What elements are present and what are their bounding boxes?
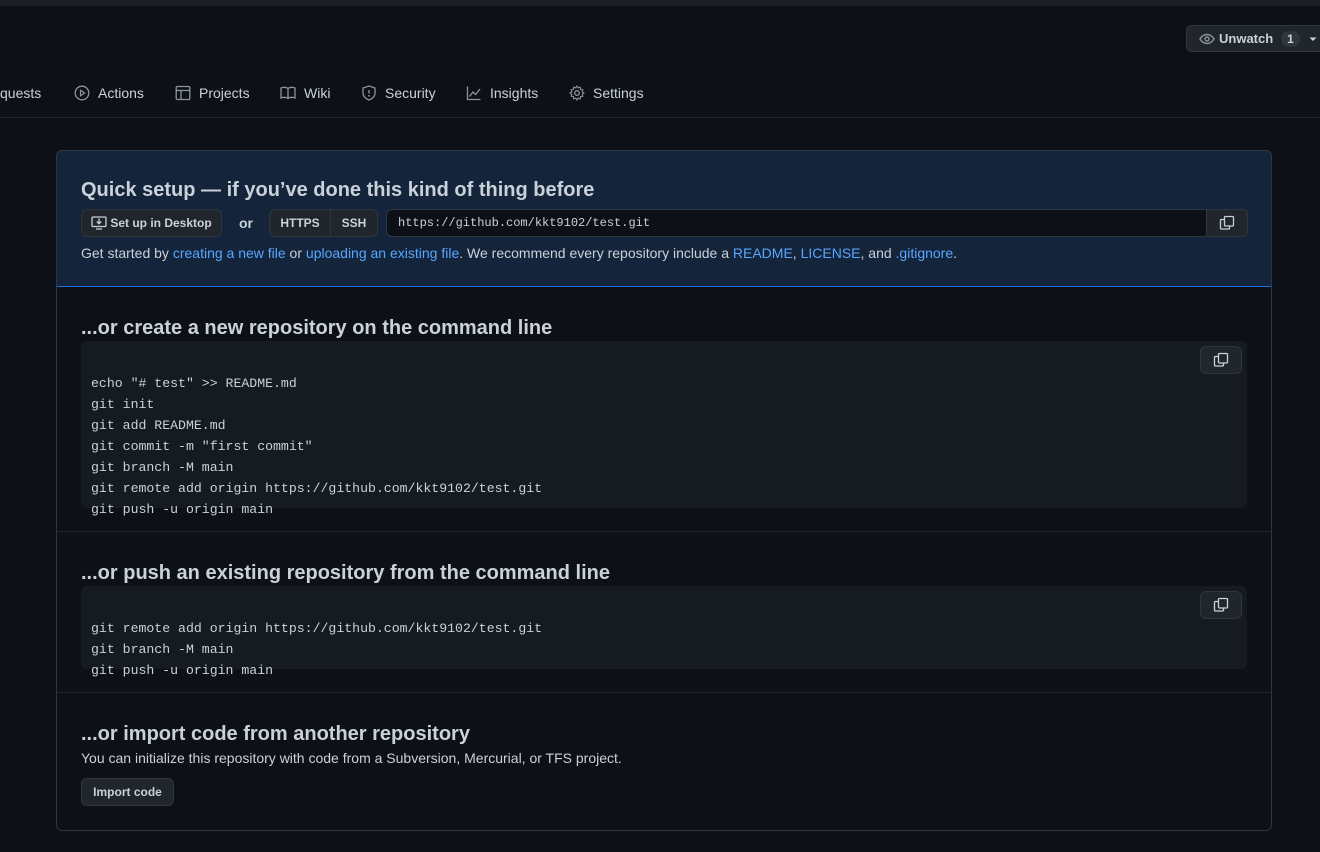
https-label: HTTPS: [280, 216, 320, 230]
clone-url-input[interactable]: https://github.com/kkt9102/test.git: [386, 209, 1207, 237]
setup-in-desktop-label: Set up in Desktop: [110, 216, 212, 230]
quick-setup-help: Get started by creating a new file or up…: [81, 245, 957, 261]
help-text: . We recommend every repository include …: [459, 245, 733, 261]
caret-down-icon: [1309, 37, 1317, 41]
desktop-download-icon: [91, 216, 107, 230]
copy-push-commands-button[interactable]: [1200, 591, 1242, 619]
unwatch-label: Unwatch: [1219, 31, 1274, 46]
code-line: git remote add origin https://github.com…: [91, 621, 543, 636]
tab-actions[interactable]: Actions: [74, 74, 144, 112]
tab-projects[interactable]: Projects: [175, 74, 250, 112]
upload-existing-file-link[interactable]: uploading an existing file: [306, 245, 459, 261]
table-icon: [175, 85, 191, 101]
help-text: ,: [792, 245, 801, 261]
tab-pull-requests[interactable]: quests: [0, 74, 41, 112]
tab-label: Wiki: [304, 85, 331, 101]
repo-nav-tabs: quests Actions Projects Wiki Security In…: [0, 74, 1320, 118]
top-header-strip: [0, 0, 1320, 6]
code-line: git branch -M main: [91, 460, 234, 475]
code-line: git add README.md: [91, 418, 226, 433]
code-line: git remote add origin https://github.com…: [91, 481, 543, 496]
create-repo-title: ...or create a new repository on the com…: [81, 317, 553, 339]
tab-label: Insights: [490, 85, 539, 101]
ssh-label: SSH: [341, 216, 367, 230]
code-line: git push -u origin main: [91, 502, 274, 517]
help-text: , and: [860, 245, 896, 261]
code-line: git branch -M main: [91, 642, 234, 657]
create-new-file-link[interactable]: creating a new file: [173, 245, 286, 261]
unwatch-button[interactable]: Unwatch 1: [1186, 25, 1320, 52]
copy-icon: [1219, 215, 1235, 230]
tab-settings[interactable]: Settings: [569, 74, 644, 112]
gitignore-link[interactable]: .gitignore: [896, 245, 954, 261]
import-code-title: ...or import code from another repositor…: [81, 723, 470, 745]
eye-icon: [1199, 33, 1215, 44]
tab-insights[interactable]: Insights: [466, 74, 538, 112]
tab-label: Projects: [199, 85, 250, 101]
clone-url-text: https://github.com/kkt9102/test.git: [398, 216, 651, 230]
license-link[interactable]: LICENSE: [801, 245, 861, 261]
help-text: Get started by: [81, 245, 173, 261]
code-line: git commit -m "first commit": [91, 439, 313, 454]
tab-label: Actions: [98, 85, 144, 101]
readme-link[interactable]: README: [733, 245, 793, 261]
tab-wiki[interactable]: Wiki: [280, 74, 330, 112]
import-code-button[interactable]: Import code: [81, 778, 174, 806]
push-repo-title: ...or push an existing repository from t…: [81, 562, 610, 584]
import-code-description: You can initialize this repository with …: [81, 750, 622, 766]
copy-icon: [1213, 597, 1229, 612]
section-divider: [57, 692, 1271, 693]
quick-setup-section: Quick setup — if you’ve done this kind o…: [57, 151, 1271, 287]
tab-label: Security: [385, 85, 436, 101]
ssh-toggle[interactable]: SSH: [330, 209, 378, 237]
shield-icon: [362, 85, 376, 101]
book-icon: [280, 86, 296, 100]
empty-repo-setup-box: Quick setup — if you’ve done this kind o…: [56, 150, 1272, 831]
import-code-label: Import code: [93, 785, 162, 799]
code-line: git init: [91, 397, 155, 412]
watch-count-badge: 1: [1281, 30, 1300, 47]
gear-icon: [569, 85, 585, 101]
quick-setup-title: Quick setup — if you’ve done this kind o…: [81, 179, 595, 201]
tab-label: Settings: [593, 85, 644, 101]
push-repo-code-block: git remote add origin https://github.com…: [81, 586, 1247, 678]
copy-icon: [1213, 352, 1229, 367]
copy-create-commands-button[interactable]: [1200, 346, 1242, 374]
code-line: echo "# test" >> README.md: [91, 376, 297, 391]
setup-in-desktop-button[interactable]: Set up in Desktop: [81, 209, 222, 237]
code-line: git push -u origin main: [91, 663, 274, 678]
help-text: .: [953, 245, 958, 261]
create-repo-code-block: echo "# test" >> README.md git init git ad…: [81, 341, 1247, 517]
play-icon: [74, 85, 90, 101]
section-divider: [57, 531, 1271, 532]
help-text: or: [285, 245, 306, 261]
or-label: or: [239, 215, 253, 231]
tab-label: quests: [0, 85, 42, 101]
graph-icon: [466, 86, 481, 101]
tab-security[interactable]: Security: [361, 74, 436, 112]
copy-url-button[interactable]: [1206, 209, 1248, 237]
https-toggle[interactable]: HTTPS: [269, 209, 331, 237]
